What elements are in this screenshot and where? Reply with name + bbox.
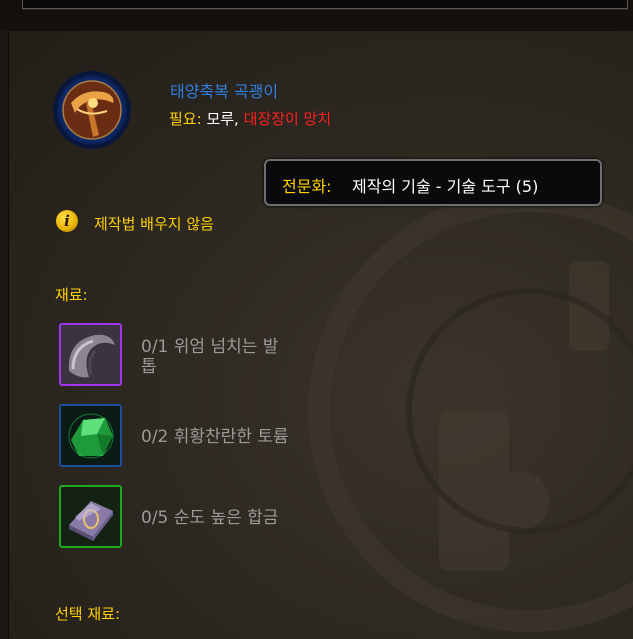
reagent-claw-count: 0/1 위엄 넘치는 발 톱: [141, 337, 278, 377]
top-frame-edge: [22, 0, 628, 9]
reagent-claw-line1: 0/1 위엄 넘치는 발: [141, 337, 279, 357]
required-tool-anvil: 모루,: [206, 110, 239, 128]
tooltip-label: 전문화:: [282, 177, 332, 196]
tooltip-value: 제작의 기술 - 기술 도구 (5): [352, 177, 539, 196]
optional-reagents-label: 선택 재료:: [55, 605, 121, 623]
reagent-claw-line2: 톱: [141, 357, 157, 377]
recipe-detail-panel: 태양축복 곡괭이 필요: 모루, 대장장이 망치 전문화: 제작의 기술 - 기…: [8, 31, 633, 639]
specialization-tooltip: 전문화: 제작의 기술 - 기술 도구 (5): [264, 159, 602, 206]
reagent-ore-count: 0/2 휘황찬란한 토륨: [141, 427, 289, 447]
required-tool-hammer: 대장장이 망치: [243, 110, 332, 128]
reagent-green-ore-icon[interactable]: [59, 404, 122, 467]
recipe-not-learned-text: 제작법 배우지 않음: [94, 215, 214, 233]
info-icon: i: [56, 210, 78, 232]
reagents-label: 재료:: [55, 286, 88, 304]
requires-line: 필요: 모루, 대장장이 망치: [169, 108, 331, 129]
sunblessed-pickaxe-icon[interactable]: [55, 73, 129, 147]
requires-label: 필요:: [169, 110, 202, 128]
reagent-alloy-count: 0/5 순도 높은 합금: [141, 508, 279, 528]
recipe-title: 태양축복 곡괭이: [170, 82, 279, 101]
reagent-alloy-ingot-icon[interactable]: [59, 485, 122, 548]
window-top-frame: [0, 0, 633, 31]
reagent-claw-icon[interactable]: [59, 323, 122, 386]
